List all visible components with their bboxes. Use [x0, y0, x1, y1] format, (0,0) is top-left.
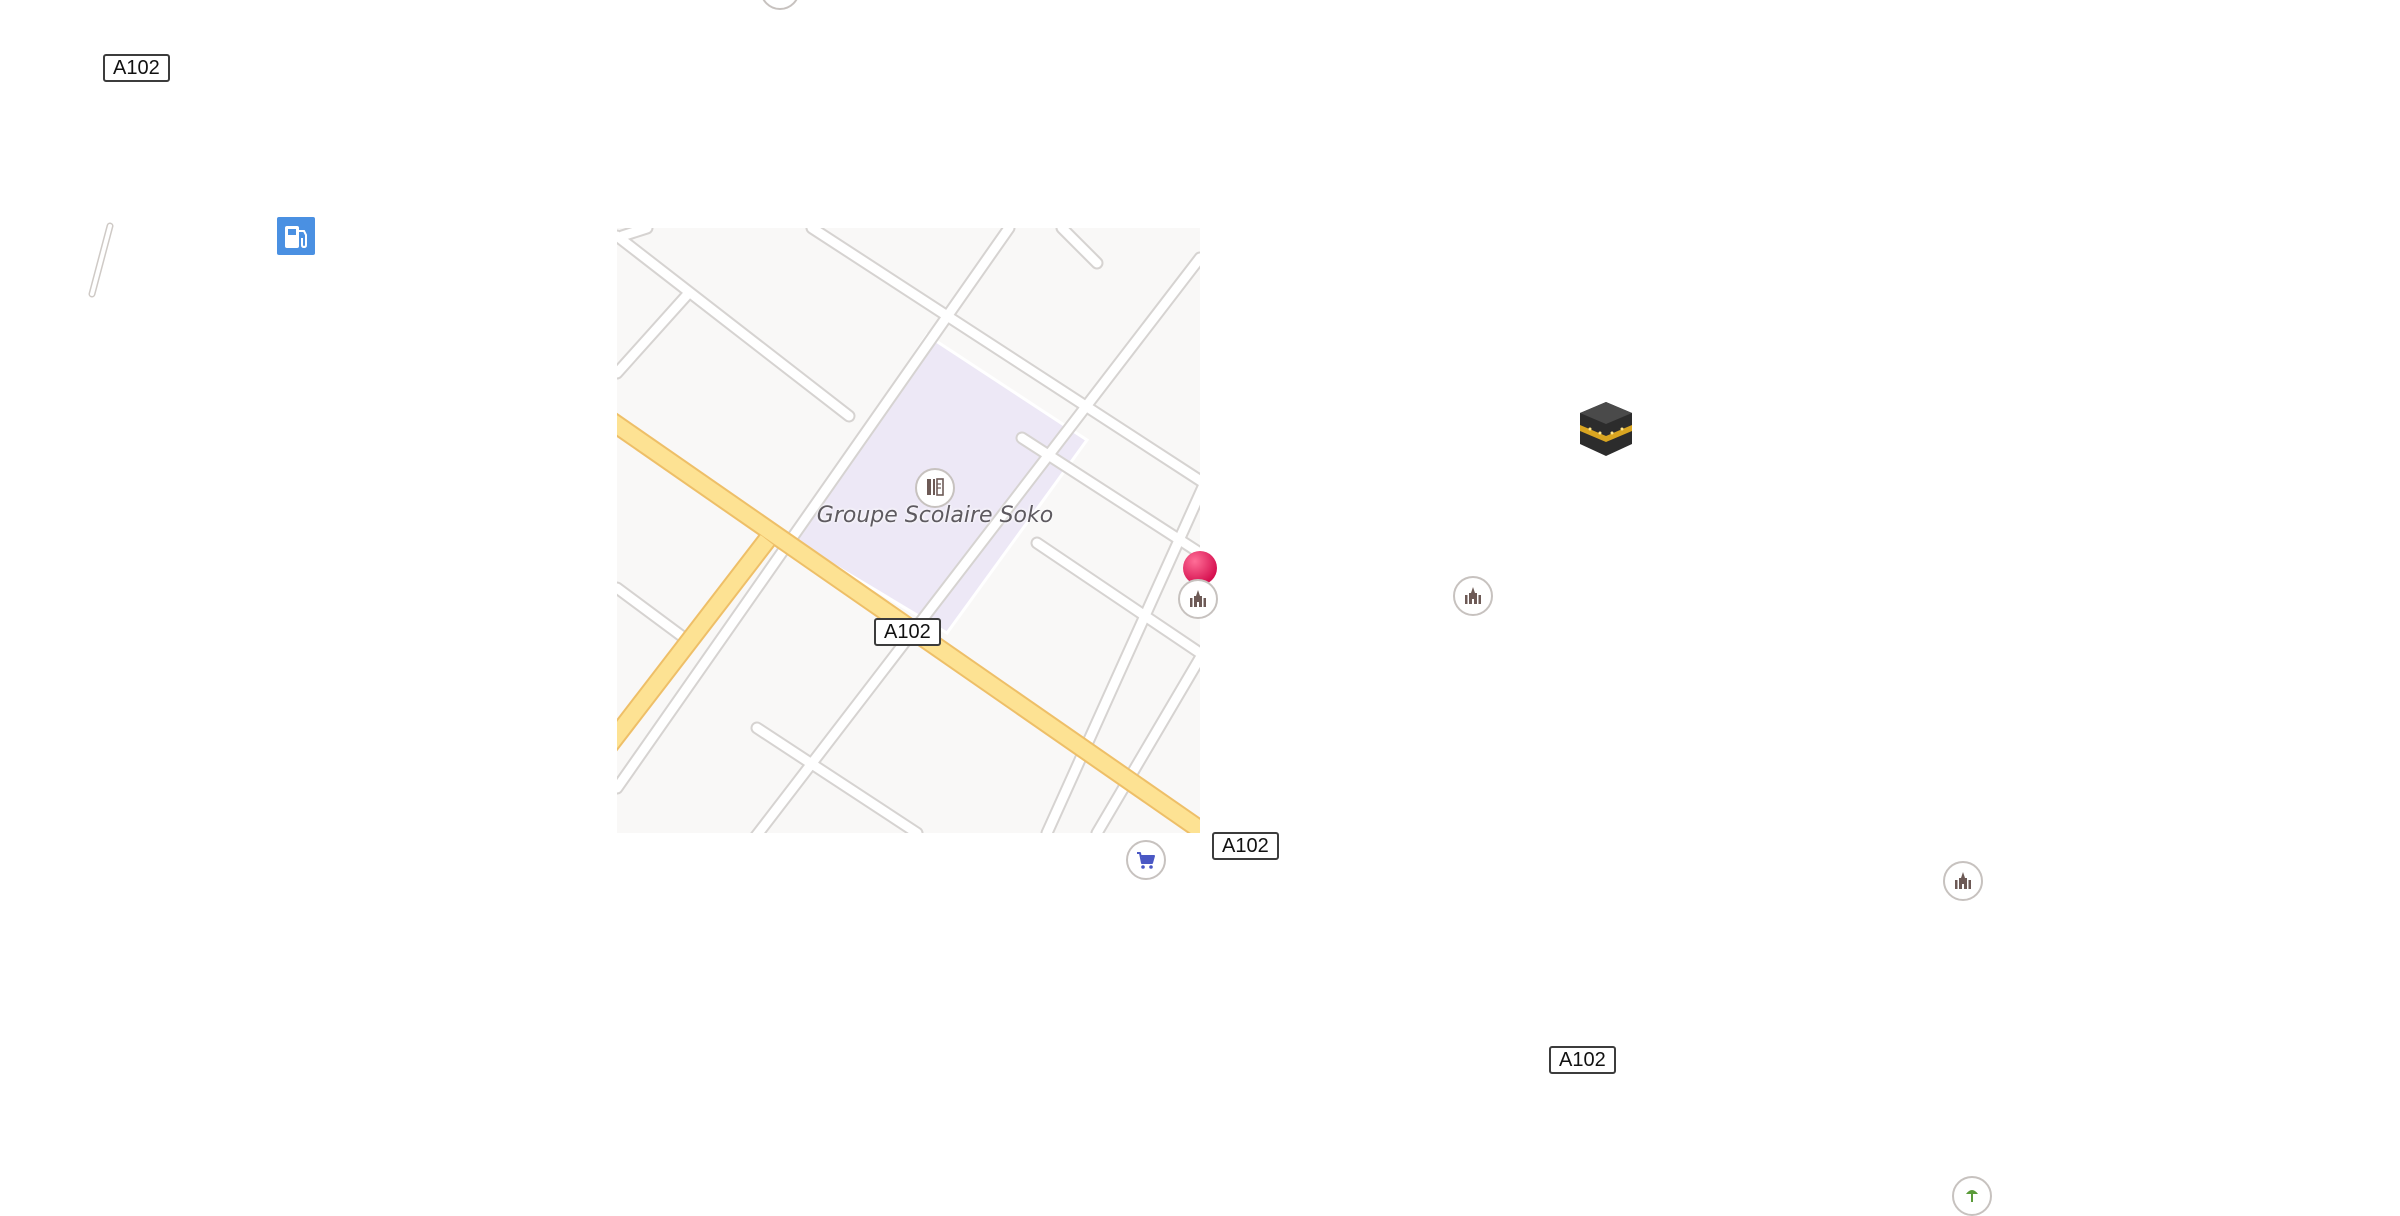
kaaba-icon[interactable]: [1578, 400, 1634, 458]
park-icon[interactable]: [1952, 1176, 1992, 1216]
mosque-icon[interactable]: [1453, 576, 1493, 616]
shopping-cart-icon[interactable]: [1126, 840, 1166, 880]
mosque-icon[interactable]: [1178, 579, 1218, 619]
mosque-icon[interactable]: [1943, 861, 1983, 901]
route-shield-a102[interactable]: A102: [1212, 832, 1279, 860]
poi-marker-partial[interactable]: [760, 0, 800, 10]
fuel-station-icon[interactable]: [277, 217, 315, 255]
road-network: [617, 228, 1200, 833]
map-canvas[interactable]: A102 Groupe Scolaire Soko A102 A102 A102: [0, 0, 2400, 1216]
school-icon[interactable]: [915, 468, 955, 508]
route-shield-a102[interactable]: A102: [874, 618, 941, 646]
road-fragment: [88, 222, 114, 298]
map-tile[interactable]: [617, 228, 1200, 833]
route-shield-a102[interactable]: A102: [103, 54, 170, 82]
route-shield-a102[interactable]: A102: [1549, 1046, 1616, 1074]
